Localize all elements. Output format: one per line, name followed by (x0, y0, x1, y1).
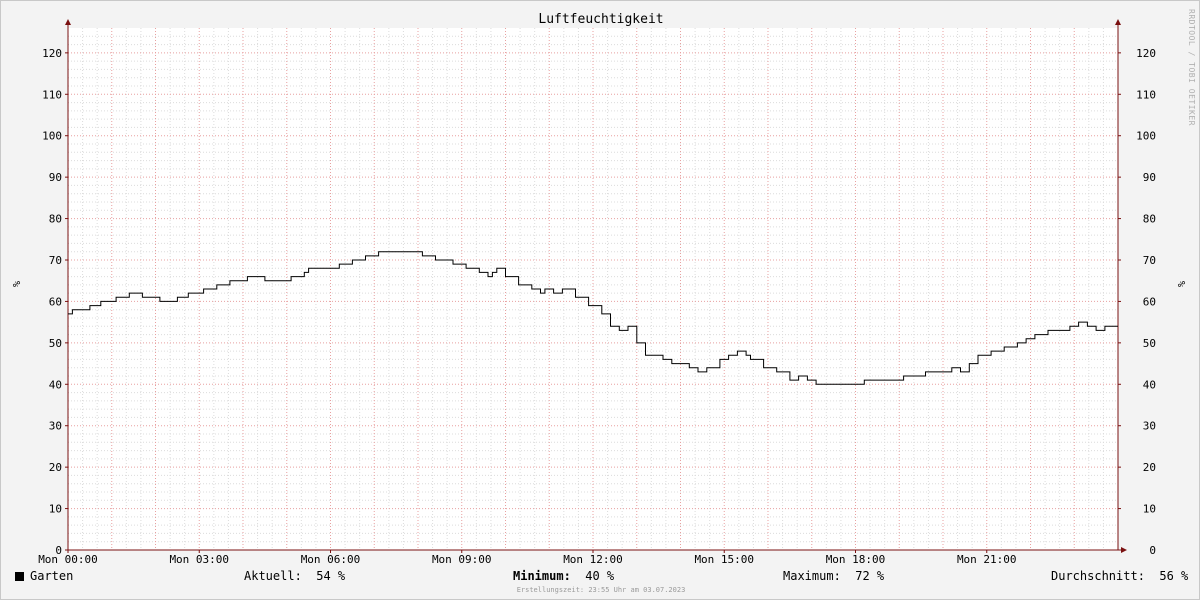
x-tick-label: Mon 09:00 (432, 553, 492, 566)
y-tick-label-left: 70 (49, 254, 62, 267)
x-tick-label: Mon 06:00 (301, 553, 361, 566)
aktuell-value: 54 % (316, 569, 346, 583)
durchschnitt-label: Durchschnitt: (1051, 569, 1145, 583)
y-tick-label-right: 40 (1143, 378, 1156, 391)
y-tick-label-left: 120 (42, 47, 62, 60)
aktuell-label: Aktuell: (244, 569, 302, 583)
legend-series: Garten (15, 569, 73, 583)
minimum-value: 40 % (585, 569, 615, 583)
maximum-value: 72 % (855, 569, 885, 583)
x-tick-label: Mon 21:00 (957, 553, 1017, 566)
maximum-label: Maximum: (783, 569, 841, 583)
y-tick-label-left: 40 (49, 378, 62, 391)
durchschnitt-value: 56 % (1159, 569, 1189, 583)
y-tick-label-left: 20 (49, 461, 62, 474)
y-axis-arrow-right (1115, 19, 1121, 25)
minimum-label: Minimum: (513, 569, 571, 583)
x-tick-label: Mon 15:00 (694, 553, 754, 566)
legend-maximum: Maximum: 72 % (783, 569, 884, 583)
y-axis-arrow-left (65, 19, 71, 25)
y-axis-label-left: % (10, 281, 21, 287)
y-tick-label-right: 30 (1143, 420, 1156, 433)
x-tick-label: Mon 12:00 (563, 553, 623, 566)
y-tick-label-right: 70 (1143, 254, 1156, 267)
x-tick-label: Mon 03:00 (169, 553, 229, 566)
y-axis-label-right: % (1175, 281, 1186, 287)
legend-series-name: Garten (30, 569, 74, 583)
y-tick-label-left: 90 (49, 171, 62, 184)
y-tick-label-right: 110 (1136, 88, 1156, 101)
y-tick-label-left: 110 (42, 88, 62, 101)
y-tick-label-left: 50 (49, 337, 62, 350)
y-tick-label-right: 0 (1149, 544, 1156, 557)
footer-timestamp: Erstellungszeit: 23:55 Uhr am 03.07.2023 (516, 586, 686, 594)
y-tick-label-left: 30 (49, 420, 62, 433)
legend-durchschnitt: Durchschnitt: 56 % (1051, 569, 1188, 583)
y-tick-label-left: 60 (49, 295, 62, 308)
y-tick-label-right: 50 (1143, 337, 1156, 350)
y-tick-label-right: 10 (1143, 503, 1156, 516)
y-tick-label-right: 120 (1136, 47, 1156, 60)
y-tick-label-right: 90 (1143, 171, 1156, 184)
y-tick-label-right: 80 (1143, 213, 1156, 226)
chart-window: Luftfeuchtigkeit RRDTOOL / TOBI OETIKER … (0, 0, 1200, 600)
y-tick-label-right: 100 (1136, 130, 1156, 143)
x-tick-label: Mon 18:00 (826, 553, 886, 566)
legend-aktuell: Aktuell: 54 % (244, 569, 345, 583)
y-tick-label-left: 10 (49, 503, 62, 516)
chart-plot-area: 0 010 1020 2030 3040 4050 5060 6070 7080 8090 9010… (10, 19, 1186, 566)
y-tick-label-left: 100 (42, 130, 62, 143)
y-tick-label-left: 80 (49, 213, 62, 226)
x-axis-arrow (1121, 547, 1127, 553)
legend-swatch (15, 572, 24, 581)
legend-minimum: Minimum: 40 % (513, 569, 614, 583)
y-tick-label-right: 60 (1143, 295, 1156, 308)
x-tick-label: Mon 00:00 (38, 553, 98, 566)
y-tick-label-right: 20 (1143, 461, 1156, 474)
